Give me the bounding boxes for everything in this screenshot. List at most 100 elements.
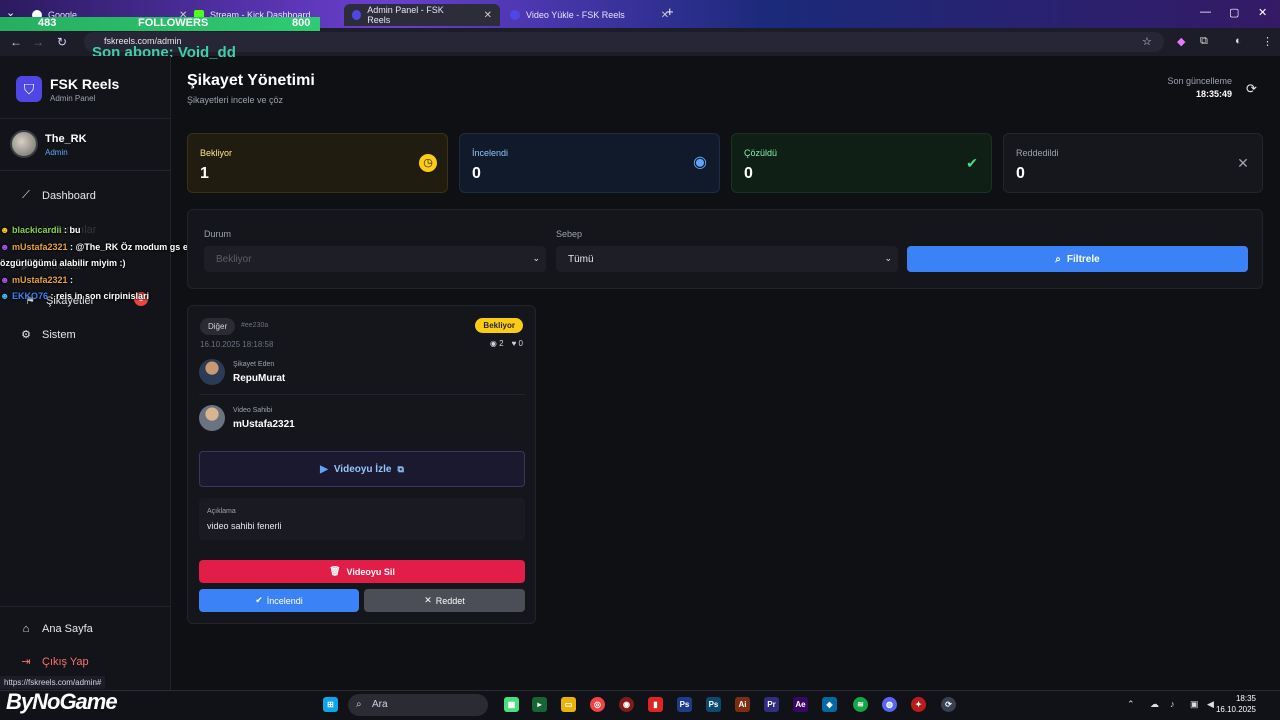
check-icon: ✔ bbox=[966, 155, 978, 171]
app-icon[interactable]: ⟳ bbox=[941, 697, 956, 712]
filter-button[interactable]: ⌕ Filtrele bbox=[907, 246, 1248, 272]
reject-button[interactable]: ✕ Reddet bbox=[364, 589, 525, 612]
logout-icon: ⇥ bbox=[21, 656, 31, 668]
chart-line-icon: ⟋ bbox=[22, 189, 30, 201]
stat-card-pending: Bekliyor 1 ◷ bbox=[187, 133, 448, 193]
user-role: Admin bbox=[45, 148, 68, 157]
close-window-button[interactable]: ✕ bbox=[1258, 6, 1267, 19]
followers-goal-bar: 483 FOLLOWERS 800 bbox=[0, 17, 320, 31]
gear-icon: ⚙ bbox=[21, 329, 31, 341]
illustrator-icon[interactable]: Ai bbox=[735, 697, 750, 712]
minecraft-icon[interactable]: ▦ bbox=[504, 697, 519, 712]
filter-panel: Durum Bekliyor ⌄ Sebep Tümü ⌄ ⌕ Filtrele bbox=[187, 209, 1263, 289]
photoshop-icon[interactable]: Ps bbox=[677, 697, 692, 712]
chrome-icon[interactable]: ◎ bbox=[590, 697, 605, 712]
app-icon[interactable]: ◈ bbox=[822, 697, 837, 712]
status-select[interactable]: Bekliyor ⌄ bbox=[204, 246, 546, 272]
home-icon: ⌂ bbox=[22, 623, 30, 635]
trash-icon: 🗑 bbox=[329, 566, 341, 576]
bynogame-logo: ByNoGame bbox=[6, 689, 118, 714]
followers-count: 483 bbox=[38, 17, 57, 29]
description-label: Açıklama bbox=[207, 508, 236, 515]
photoshop-icon[interactable]: Ps bbox=[706, 697, 721, 712]
back-icon[interactable]: ← bbox=[4, 35, 28, 49]
page-subtitle: Şikayetleri incele ve çöz bbox=[187, 95, 284, 105]
sidebar-item-dashboard[interactable]: ⟋ Dashboard bbox=[20, 189, 96, 202]
chat-message: ☻ EKKO76 : reis in son cirpinislari bbox=[0, 291, 150, 301]
brand-title: FSK Reels bbox=[50, 76, 120, 92]
mic-icon[interactable]: ♪ bbox=[1170, 699, 1175, 709]
reason-select[interactable]: Tümü ⌄ bbox=[556, 246, 898, 272]
folder-icon[interactable]: ▭ bbox=[561, 697, 576, 712]
app-icon[interactable]: ◉ bbox=[619, 697, 634, 712]
owner-name[interactable]: mUstafa2321 bbox=[233, 419, 295, 430]
url-field[interactable]: fskreels.com/admin bbox=[84, 32, 1164, 52]
bookmark-star-icon[interactable]: ☆ bbox=[1142, 35, 1152, 48]
avatar bbox=[199, 359, 225, 385]
user-name: The_RK bbox=[45, 133, 87, 145]
chat-badge-icon: ☻ bbox=[0, 274, 12, 285]
stat-card-reviewed: İncelendi 0 ◉ bbox=[459, 133, 720, 193]
forward-icon[interactable]: → bbox=[26, 35, 50, 49]
reload-icon[interactable]: ↻ bbox=[50, 35, 74, 49]
brand-subtitle: Admin Panel bbox=[50, 94, 96, 103]
taskbar bbox=[0, 690, 1280, 720]
network-icon[interactable]: ☁ bbox=[1150, 699, 1159, 710]
heart-icon: ♥ bbox=[511, 339, 519, 348]
extensions-icon[interactable]: ⧉ bbox=[1200, 35, 1208, 48]
windows-start-icon[interactable]: ⊞ bbox=[323, 697, 338, 712]
minimize-button[interactable]: — bbox=[1200, 6, 1211, 18]
avatar bbox=[10, 130, 38, 158]
delete-video-button[interactable]: 🗑 Videoyu Sil bbox=[199, 560, 525, 583]
app-icon[interactable]: ▸ bbox=[532, 697, 547, 712]
refresh-icon[interactable]: ⟳ bbox=[1246, 81, 1257, 97]
description-box: Açıklama video sahibi fenerli bbox=[199, 498, 525, 540]
divider bbox=[0, 170, 171, 171]
reporter-name[interactable]: RepuMurat bbox=[233, 373, 285, 384]
search-icon: ⌕ bbox=[356, 699, 362, 710]
mark-reviewed-button[interactable]: ✔ İncelendi bbox=[199, 589, 359, 612]
watch-video-button[interactable]: ▶ Videoyu İzle ⧉ bbox=[199, 451, 525, 487]
more-menu-icon[interactable]: ⋮ bbox=[1262, 35, 1273, 48]
eye-icon: ◉ bbox=[489, 339, 500, 348]
profile-icon[interactable]: ◐ bbox=[1235, 35, 1242, 47]
maximize-button[interactable]: ▢ bbox=[1229, 6, 1239, 19]
chevron-up-icon[interactable]: ⌃ bbox=[1127, 699, 1135, 710]
taskbar-search[interactable]: ⌕ Ara bbox=[348, 694, 488, 716]
sidebar-item-logout[interactable]: ⇥ Çıkış Yap bbox=[20, 655, 88, 669]
premiere-icon[interactable]: Pr bbox=[764, 697, 779, 712]
category-tag: Diğer bbox=[200, 318, 236, 335]
close-icon: ✕ bbox=[1237, 155, 1249, 171]
new-tab-button[interactable]: + bbox=[666, 4, 674, 19]
last-updated-label: Son güncelleme bbox=[1167, 76, 1232, 86]
spotify-icon[interactable]: ≋ bbox=[853, 697, 868, 712]
chat-badge-icon: ☻ bbox=[0, 291, 12, 301]
likes-stat: ♥ 0 bbox=[511, 339, 523, 348]
tab-admin-panel[interactable]: Admin Panel - FSK Reels ✕ bbox=[344, 4, 500, 26]
after-effects-icon[interactable]: Ae bbox=[793, 697, 808, 712]
sidebar-item-system[interactable]: ⚙ Sistem bbox=[20, 328, 76, 342]
tab-video-upload[interactable]: Video Yükle - FSK Reels ✕ bbox=[502, 4, 677, 26]
volume-icon[interactable]: ◀ bbox=[1207, 699, 1214, 710]
app-icon[interactable]: ✦ bbox=[911, 697, 926, 712]
divider bbox=[199, 394, 525, 395]
description-text: video sahibi fenerli bbox=[207, 521, 282, 531]
sidebar-item-home[interactable]: ⌂ Ana Sayfa bbox=[20, 623, 93, 635]
close-tab-icon[interactable]: ✕ bbox=[484, 10, 492, 21]
extension-icon[interactable]: ◆ bbox=[1177, 35, 1185, 48]
fsk-icon bbox=[510, 10, 520, 20]
eye-icon: ◉ bbox=[693, 154, 707, 171]
divider bbox=[0, 606, 171, 607]
app-icon[interactable]: ▮ bbox=[648, 697, 663, 712]
external-link-icon: ⧉ bbox=[397, 463, 404, 474]
status-url: https://fskreels.com/admin# bbox=[0, 676, 106, 689]
taskbar-clock[interactable]: 18:35 16.10.2025 bbox=[1216, 693, 1256, 715]
chat-badge-icon: ☻ bbox=[0, 241, 12, 252]
status-badge: Bekliyor bbox=[475, 318, 523, 333]
page-title: Şikayet Yönetimi bbox=[187, 72, 315, 89]
reporter-label: Şikayet Eden bbox=[233, 361, 275, 368]
wifi-icon[interactable]: ▣ bbox=[1190, 699, 1199, 710]
stat-card-rejected: Reddedildi 0 ✕ bbox=[1003, 133, 1263, 193]
divider bbox=[0, 118, 171, 119]
discord-icon[interactable]: ◍ bbox=[882, 697, 897, 712]
